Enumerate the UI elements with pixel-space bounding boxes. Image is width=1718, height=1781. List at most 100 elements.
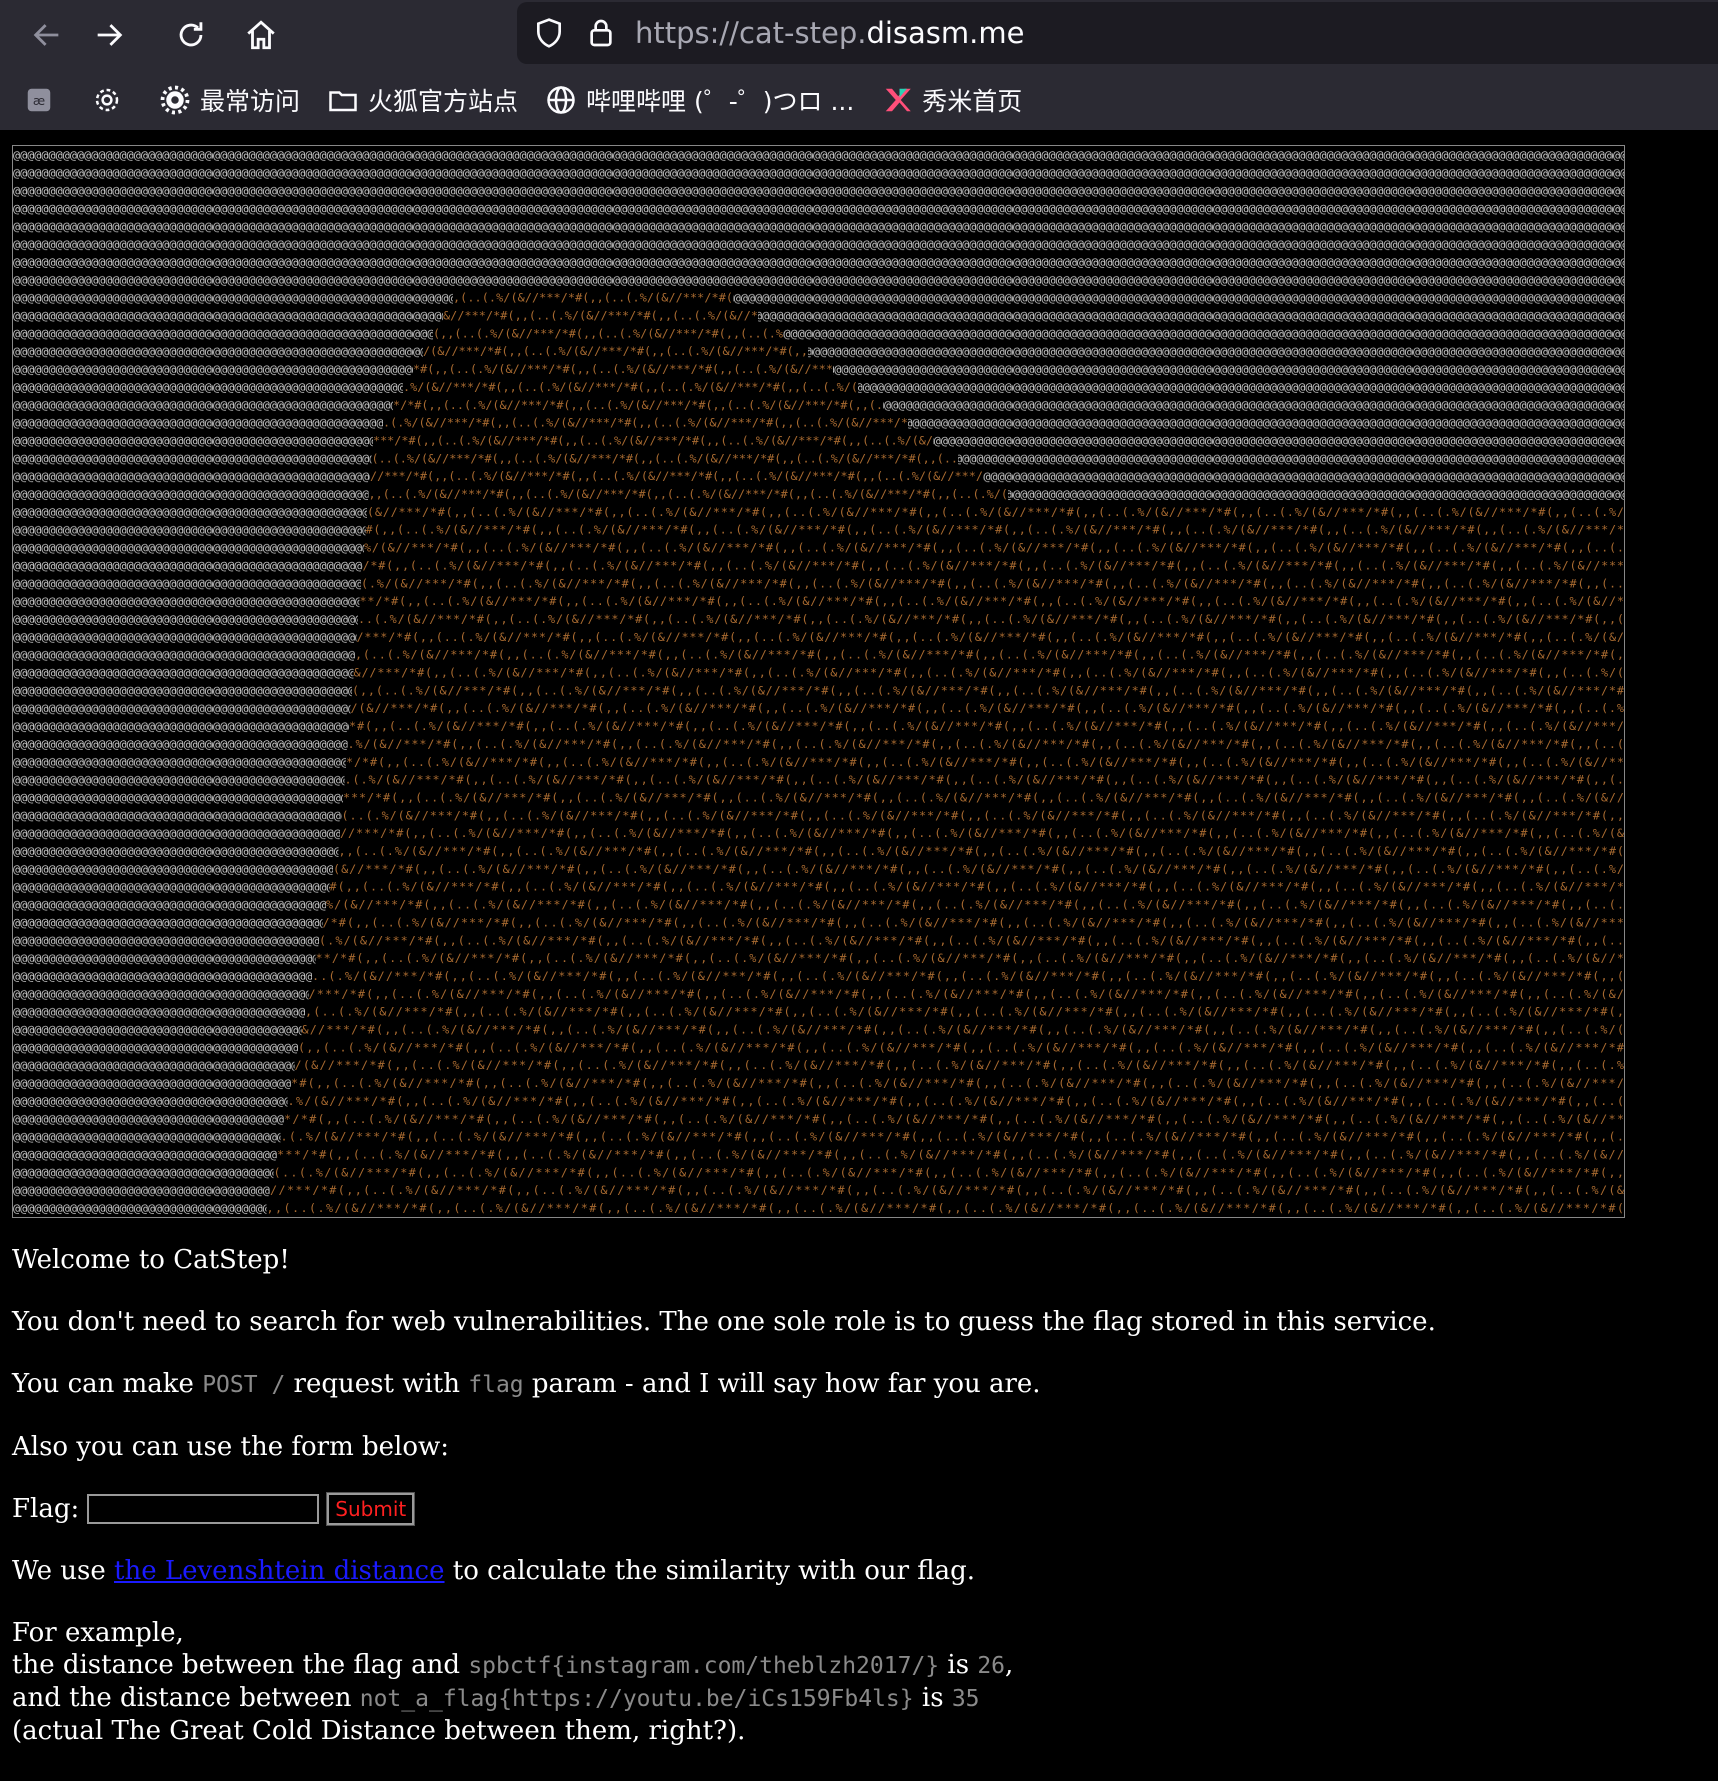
svg-text:(,,(..(.%/(&//***/*#(,,(..(.%/: (,,(..(.%/(&//***/*#(,,(..(.%/(&//***/*#… [433,326,783,340]
folder-icon [326,83,360,117]
url-domain: disasm.me [866,16,1025,50]
post-mid: request with [285,1369,469,1399]
svg-text:(,,(..(.%/(&//***/*#(,,(..(.%/: (,,(..(.%/(&//***/*#(,,(..(.%/(&//***/*#… [352,683,1624,697]
xiumi-logo-icon [880,83,914,117]
url-scheme: https://cat-step. [635,16,867,50]
bookmark-most-visited[interactable]: 最常访问 [158,82,300,118]
example-1: the distance between the flag and spbctf… [12,1649,1718,1682]
svg-text://***/*#(,,(..(.%/(&//***/*#(,: //***/*#(,,(..(.%/(&//***/*#(,,(..(.%/(&… [370,469,983,483]
svg-text:/(&//***/*#(,,(..(.%/(&//***/*: /(&//***/*#(,,(..(.%/(&//***/*#(,,(..(.%… [351,701,1625,715]
ascii-cat-art: @@@@@@@@@@@@@@@@@@@@@@@@@@@@@@,(..(.%/(&… [12,145,1625,1218]
flag-form: Flag: Submit [12,1492,1718,1526]
post-suffix: param - and I will say how far you are. [523,1369,1041,1399]
reload-button[interactable] [168,12,214,58]
gear-icon [90,83,124,117]
svg-text:%/(&//***/*#(,,(..(.%/(&//***/: %/(&//***/*#(,,(..(.%/(&//***/*#(,,(..(.… [364,541,1624,555]
home-button[interactable] [238,12,284,58]
ex2-prefix: and the distance between [12,1683,360,1713]
svg-text:#(,,(..(.%/(&//***/*#(,,(..(.%: #(,,(..(.%/(&//***/*#(,,(..(.%/(&//***/*… [330,880,1625,894]
gear-icon [158,83,192,117]
lock-icon[interactable] [581,13,621,53]
svg-text:(..(.%/(&//***/*#(,,(..(.%/(&/: (..(.%/(&//***/*#(,,(..(.%/(&//***/*#(,,… [342,808,1625,822]
globe-icon [544,83,578,117]
svg-text:/***/*#(,,(..(.%/(&//***/*#(,,: /***/*#(,,(..(.%/(&//***/*#(,,(..(.%/(&/… [357,630,1625,644]
ex1-suffix: , [1005,1650,1014,1680]
ex2-flag-code: not_a_flag{https://youtu.be/iCs159Fb4ls} [359,1686,914,1712]
home-icon [247,20,275,50]
svg-text:***/*#(,,(..(.%/(&//***/*#(,,(: ***/*#(,,(..(.%/(&//***/*#(,,(..(.%/(&//… [373,433,933,447]
svg-text://***/*#(,,(..(.%/(&//***/*#(,: //***/*#(,,(..(.%/(&//***/*#(,,(..(.%/(&… [340,826,1624,840]
url-bar[interactable]: https://cat-step.disasm.me [517,2,1718,64]
svg-text:&//***/*#(,,(..(.%/(&//***/*#(: &//***/*#(,,(..(.%/(&//***/*#(,,(..(.%/(… [354,666,1625,680]
svg-text:(..(.%/(&//***/*#(,,(..(.%/(&/: (..(.%/(&//***/*#(,,(..(.%/(&//***/*#(,,… [372,451,959,465]
page-content: @@@@@@@@@@@@@@@@@@@@@@@@@@@@@@,(..(.%/(&… [0,130,1718,1747]
bookmark-label: 秀米首页 [922,87,1023,116]
example-intro: For example, [12,1618,184,1648]
example-2: and the distance between not_a_flag{http… [12,1682,1718,1715]
svg-text:/*#(,,(..(.%/(&//***/*#(,,(..(: /*#(,,(..(.%/(&//***/*#(,,(..(.%/(&//***… [363,558,1625,572]
svg-text:(&//***/*#(,,(..(.%/(&//***/*#: (&//***/*#(,,(..(.%/(&//***/*#(,,(..(.%/… [333,862,1624,876]
bookmark-settings[interactable] [90,83,132,117]
levenshtein-text: We use the Levenshtein distance to calcu… [12,1555,1718,1587]
forward-arrow-icon [97,24,123,46]
post-code: POST / [202,1372,286,1398]
svg-text:*/*#(,,(..(.%/(&//***/*#(,,(..: */*#(,,(..(.%/(&//***/*#(,,(..(.%/(&//**… [393,398,883,412]
bookmark-bilibili[interactable]: 哔哩哔哩 (゜-゜)つロ ... [544,82,854,118]
svg-text:.%/(&//***/*#(,,(..(.%/(&//***: .%/(&//***/*#(,,(..(.%/(&//***/*#(,,(..(… [403,380,858,394]
svg-text:..(.%/(&//***/*#(,,(..(.%/(&//: ..(.%/(&//***/*#(,,(..(.%/(&//***/*#(,,(… [358,612,1624,626]
svg-text:.%/(&//***/*#(,,(..(.%/(&//***: .%/(&//***/*#(,,(..(.%/(&//***/*#(,,(..(… [348,737,1625,751]
svg-text:,(..(.%/(&//***/*#(,,(..(.%/(&: ,(..(.%/(&//***/*#(,,(..(.%/(&//***/*#(,… [355,648,1624,662]
svg-text:/***/*#(,,(..(.%/(&//***/*#(,,: /***/*#(,,(..(.%/(&//***/*#(,,(..(.%/(&/… [309,987,1624,1001]
form-intro-text: Also you can use the form below: [12,1432,449,1462]
svg-text:*#(,,(..(.%/(&//***/*#(,,(..(.: *#(,,(..(.%/(&//***/*#(,,(..(.%/(&//***/… [413,362,833,376]
svg-text:.(.%/(&//***/*#(,,(..(.%/(&//*: .(.%/(&//***/*#(,,(..(.%/(&//***/*#(,,(.… [383,416,908,430]
submit-button[interactable]: Submit [326,1492,416,1526]
svg-text:(&//***/*#(,,(..(.%/(&//***/*#: (&//***/*#(,,(..(.%/(&//***/*#(,,(..(.%/… [367,505,1624,519]
svg-text:%/(&//***/*#(,,(..(.%/(&//***/: %/(&//***/*#(,,(..(.%/(&//***/*#(,,(..(.… [326,898,1624,912]
svg-text:**/*#(,,(..(.%/(&//***/*#(,,(.: **/*#(,,(..(.%/(&//***/*#(,,(..(.%/(&//*… [316,951,1624,965]
svg-text:,(..(.%/(&//***/*#(,,(..(.%/(&: ,(..(.%/(&//***/*#(,,(..(.%/(&//***/*#(,… [305,1005,1624,1019]
svg-text:&//***/*#(,,(..(.%/(&//***/*#(: &//***/*#(,,(..(.%/(&//***/*#(,,(..(.%/(… [443,309,758,323]
svg-text:(.%/(&//***/*#(,,(..(.%/(&//**: (.%/(&//***/*#(,,(..(.%/(&//***/*#(,,(..… [361,576,1624,590]
bookmark-xiumi[interactable]: 秀米首页 [880,82,1022,118]
lev-prefix: We use [12,1556,114,1586]
svg-text:,(..(.%/(&//***/*#(,,(..(.%/(&: ,(..(.%/(&//***/*#(,,(..(.%/(&//***/*#( [453,291,733,305]
forward-button[interactable] [86,12,132,58]
back-arrow-icon [33,24,59,46]
svg-text:..(.%/(&//***/*#(,,(..(.%/(&//: ..(.%/(&//***/*#(,,(..(.%/(&//***/*#(,,(… [312,969,1624,983]
bookmark-label: 火狐官方站点 [368,87,519,116]
ex2-distance-value: 35 [951,1686,980,1712]
flag-input[interactable] [87,1494,320,1524]
ascii-art-canvas: @@@@@@@@@@@@@@@@@@@@@@@@@@@@@@,(..(.%/(&… [13,146,1624,1217]
ex2-is: is [913,1683,952,1713]
shield-icon[interactable] [529,13,569,53]
svg-text:æ: æ [33,93,45,108]
bookmark-label: 哔哩哔哩 (゜-゜)つロ ... [586,87,855,116]
ex1-is: is [939,1650,978,1680]
svg-text:*/*#(,,(..(.%/(&//***/*#(,,(..: */*#(,,(..(.%/(&//***/*#(,,(..(.%/(&//**… [346,755,1624,769]
url-text: https://cat-step.disasm.me [635,16,1024,50]
post-instructions: You can make POST / request with flag pa… [12,1368,1718,1401]
browser-toolbar: https://cat-step.disasm.me [0,0,1718,70]
svg-text:#(,,(..(.%/(&//***/*#(,,(..(.%: #(,,(..(.%/(&//***/*#(,,(..(.%/(&//***/*… [366,523,1625,537]
post-prefix: You can make [12,1369,203,1399]
svg-text:,,(..(.%/(&//***/*#(,,(..(.%/(: ,,(..(.%/(&//***/*#(,,(..(.%/(&//***/*#(… [339,844,1624,858]
bookmark-reader[interactable]: æ [22,83,64,117]
svg-text:,,(..(.%/(&//***/*#(,,(..(.%/(: ,,(..(.%/(&//***/*#(,,(..(.%/(&//***/*#(… [369,487,1009,501]
lev-suffix: to calculate the similarity with our fla… [444,1556,976,1586]
bookmark-label: 最常访问 [200,87,301,116]
intro-text: You don't need to search for web vulnera… [12,1307,1436,1337]
back-button[interactable] [24,12,70,58]
bookmarks-toolbar: æ 最常访问 火狐官方站点 哔哩哔哩 (゜-゜)つロ ... 秀米首页 [0,70,1718,130]
svg-text:**/*#(,,(..(.%/(&//***/*#(,,(.: **/*#(,,(..(.%/(&//***/*#(,,(..(.%/(&//*… [360,594,1625,608]
ex1-distance-value: 26 [977,1653,1006,1679]
levenshtein-link[interactable]: the Levenshtein distance [114,1556,445,1586]
reader-icon: æ [22,83,56,117]
browser-chrome: https://cat-step.disasm.me æ 最常访问 火狐官方站点 [0,0,1718,130]
welcome-text: Welcome to CatStep! [12,1245,290,1275]
ex1-prefix: the distance between the flag and [12,1650,469,1680]
ex1-flag-code: spbctf{instagram.com/theblzh2017/} [468,1653,940,1679]
svg-text:***/*#(,,(..(.%/(&//***/*#(,,(: ***/*#(,,(..(.%/(&//***/*#(,,(..(.%/(&//… [343,790,1624,804]
bookmark-firefox-sites[interactable]: 火狐官方站点 [326,82,518,118]
svg-text:.(.%/(&//***/*#(,,(..(.%/(&//*: .(.%/(&//***/*#(,,(..(.%/(&//***/*#(,,(.… [345,773,1625,787]
